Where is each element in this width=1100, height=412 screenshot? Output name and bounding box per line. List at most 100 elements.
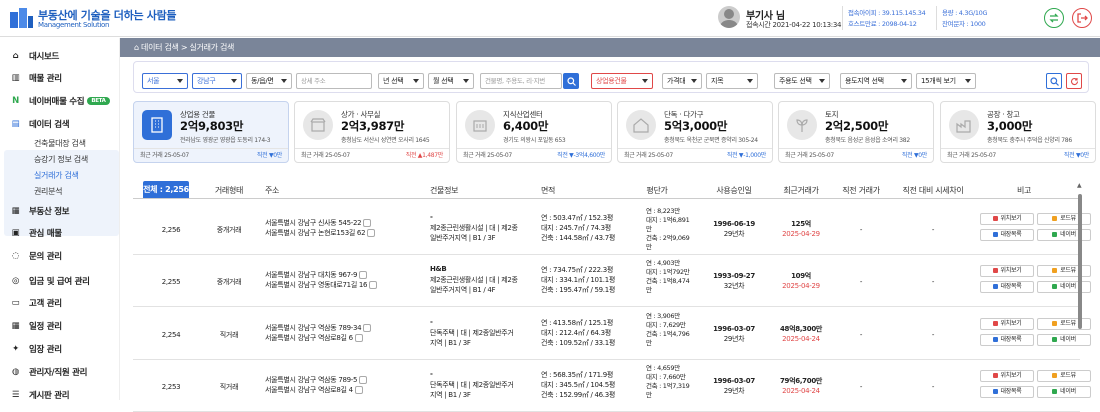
link-icon[interactable] (359, 376, 368, 384)
sidebar-item-6[interactable]: ◌ 문의 관리 (10, 250, 62, 262)
row-address-1[interactable]: 서울특별시 강남구 신사동 545-22 (265, 218, 372, 228)
row-area-total: 연 : 568.35㎡ / 171.9평 (541, 371, 614, 379)
submenu-item-1[interactable]: 승강기 정보 검색 (34, 154, 88, 165)
row-approval-date: 1996-03-07 (713, 377, 755, 385)
logo-icon[interactable] (8, 6, 34, 30)
submenu-item-2[interactable]: 실거래가 검색 (34, 170, 79, 181)
row-address-2[interactable]: 서울특별시 강남구 영동대로71길 16 (265, 280, 378, 290)
summary-card-4[interactable]: 토지 2억2,500만 충청북도 음성군 음성읍 소여리 382 최근 거래 2… (778, 101, 934, 163)
sidebar-item-3[interactable]: ▤ 데이터 검색 (10, 118, 70, 130)
avatar[interactable] (718, 6, 740, 28)
sidebar-item-8[interactable]: ▭ 고객 관리 (10, 297, 62, 309)
summary-card-2[interactable]: 지식산업센터 6,400만 경기도 의왕시 포일동 653 최근 거래 25-0… (456, 101, 612, 163)
sidebar-item-label: 대시보드 (29, 52, 60, 62)
reset-button[interactable] (1066, 73, 1082, 89)
location-button[interactable]: 위치보기 (980, 213, 1034, 225)
submenu-item-0[interactable]: 건축물대장 검색 (34, 138, 86, 149)
sidebar-item-11[interactable]: ◍ 관리자/직원 관리 (10, 366, 87, 378)
location-button[interactable]: 위치보기 (980, 318, 1034, 330)
summary-card-3[interactable]: 단독 · 다가구 5억3,000만 충청북도 옥천군 군북면 증약리 305-2… (617, 101, 773, 163)
usage-info: 용량 : 4.3G/10G 잔여문자 : 1000 (942, 8, 988, 30)
table-row[interactable]: 2,255 중개거래 서울특별시 강남구 대치동 967-9 서울특별시 강남구… (133, 257, 1091, 307)
month-select[interactable]: 월 선택 (428, 73, 474, 89)
row-address-1[interactable]: 서울특별시 강남구 역삼동 789-34 (265, 323, 372, 333)
search-icon (566, 76, 576, 86)
home-icon[interactable]: ⌂ (134, 43, 139, 52)
sidebar-item-7[interactable]: ◎ 입금 및 급여 관리 (10, 275, 90, 287)
card-date: 최근 거래 25-05-07 (463, 152, 512, 159)
link-icon[interactable] (367, 229, 376, 237)
naver-icon (1052, 389, 1058, 394)
location-button[interactable]: 위치보기 (980, 265, 1034, 277)
list-icon (992, 232, 998, 237)
col-type: 거래형태 (214, 186, 244, 195)
row-address-2[interactable]: 서울특별시 강남구 역삼로8길 4 (265, 385, 363, 395)
submenu-item-3[interactable]: 권리분석 (34, 186, 63, 197)
summary-card-0[interactable]: 상업용 건물 2억9,803만 전라남도 영광군 영광읍 도동리 174-3 최… (133, 101, 289, 163)
lot-select[interactable]: 지목 (706, 73, 758, 89)
table-row[interactable]: 2,254 직거래 서울특별시 강남구 역삼동 789-34 서울특별시 강남구… (133, 310, 1091, 360)
sidebar-item-0[interactable]: ⌂ 대시보드 (10, 50, 60, 62)
pin-icon (992, 268, 998, 273)
sidebar-item-9[interactable]: ▦ 일정 관리 (10, 320, 62, 332)
ledger-button[interactable]: 대장목록 (980, 229, 1034, 241)
ledger-button[interactable]: 대장목록 (980, 281, 1034, 293)
view-count-select[interactable]: 15개씩 보기 (916, 73, 976, 89)
year-select[interactable]: 년 선택 (378, 73, 424, 89)
link-icon[interactable] (359, 271, 368, 279)
search-button[interactable] (563, 73, 579, 89)
row-trade-type: 중개거래 (216, 278, 242, 286)
scrollbar[interactable]: ▲ (1077, 182, 1083, 400)
row-address-2[interactable]: 서울특별시 강남구 역삼로8길 6 (265, 333, 363, 343)
scroll-up-icon[interactable]: ▲ (1077, 182, 1082, 189)
table-row[interactable]: 2,253 직거래 서울특별시 강남구 역삼동 789-5 서울특별시 강남구 … (133, 362, 1091, 412)
card-change: 직전 ▼-3억4,600만 (557, 152, 605, 159)
building-search-input[interactable]: 건물명, 주용도, 리·지번 (480, 73, 562, 89)
office-building-icon (142, 110, 172, 140)
card-value: 2억2,500만 (825, 119, 889, 133)
sidebar-item-12[interactable]: ☰ 게시판 관리 (10, 389, 70, 401)
card-change: 직전 ▼0만 (1063, 152, 1089, 159)
card-date: 최근 거래 25-05-07 (301, 152, 350, 159)
sidebar-item-2[interactable]: N 네이버매물 수집 BETA (10, 95, 110, 107)
table-row[interactable]: 2,256 중개거래 서울특별시 강남구 신사동 545-22 서울특별시 강남… (133, 205, 1091, 255)
sidebar-item-label: 문의 관리 (29, 252, 62, 262)
building-type-select[interactable]: 상업용건물 (591, 73, 653, 89)
col-diff: 직전 대비 시세차이 (902, 186, 964, 195)
beta-badge: BETA (87, 97, 110, 105)
search-button-2[interactable] (1046, 73, 1062, 89)
main-use-select[interactable]: 주용도 선택 (774, 73, 830, 89)
sidebar-item-1[interactable]: ▥ 매물 관리 (10, 72, 62, 84)
logo-subtitle: Management Solution (38, 21, 110, 29)
dong-select[interactable]: 동/읍/면 (246, 73, 292, 89)
host-expire: 호스트만료 : 2098-04-12 (848, 20, 917, 28)
exchange-button[interactable] (1044, 8, 1064, 28)
total-count-tab[interactable]: 전체 : 2,256 (143, 181, 189, 198)
logout-button[interactable] (1072, 8, 1092, 28)
row-address-2[interactable]: 서울특별시 강남구 논현로153길 62 (265, 228, 376, 238)
row-address-1[interactable]: 서울특별시 강남구 역삼동 789-5 (265, 375, 368, 385)
summary-card-1[interactable]: 상가 · 사무실 2억3,987만 충청남도 서산시 성연면 오사리 1645 … (294, 101, 450, 163)
link-icon[interactable] (369, 281, 378, 289)
ledger-button[interactable]: 대장목록 (980, 386, 1034, 398)
link-icon[interactable] (363, 219, 372, 227)
sidebar-item-4[interactable]: ▦ 부동산 정보 (10, 205, 70, 217)
sidebar-item-10[interactable]: ✦ 임장 관리 (10, 343, 62, 355)
row-address-1[interactable]: 서울특별시 강남구 대치동 967-9 (265, 270, 368, 280)
breadcrumb-home[interactable]: 데이터 검색 (141, 43, 179, 52)
price-select[interactable]: 가격대 (662, 73, 702, 89)
summary-card-5[interactable]: 공장 · 창고 3,000만 충청북도 충주시 주덕읍 신양리 786 최근 거… (940, 101, 1096, 163)
link-icon[interactable] (363, 324, 372, 332)
ledger-button[interactable]: 대장목록 (980, 334, 1034, 346)
card-address: 충청남도 서산시 성연면 오사리 1645 (341, 137, 430, 144)
city-select[interactable]: 서울 (142, 73, 188, 89)
zoning-select[interactable]: 용도지역 선택 (840, 73, 912, 89)
sidebar-item-5[interactable]: ▣ 관심 매물 (10, 227, 62, 239)
link-icon[interactable] (354, 334, 363, 342)
district-select[interactable]: 강남구 (192, 73, 242, 89)
link-icon[interactable] (354, 386, 363, 394)
detail-address-input[interactable]: 상세 주소 (296, 73, 372, 89)
row-prev-price: - (859, 278, 863, 286)
scroll-thumb[interactable] (1078, 194, 1082, 329)
location-button[interactable]: 위치보기 (980, 370, 1034, 382)
